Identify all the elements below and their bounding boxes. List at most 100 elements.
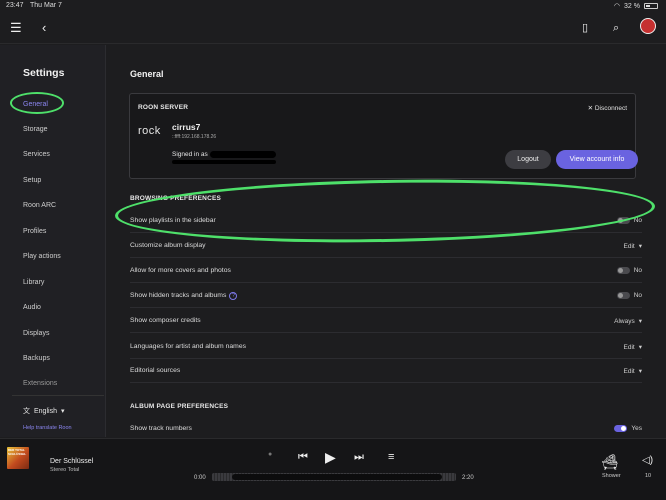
sidebar-item-audio[interactable]: Audio bbox=[23, 304, 41, 311]
clock: 23:47 bbox=[6, 2, 24, 9]
back-chevron-icon[interactable]: ‹ bbox=[42, 20, 46, 36]
play-icon[interactable]: ▶ bbox=[325, 449, 336, 466]
elapsed-time: 0:00 bbox=[194, 475, 206, 481]
setting-label: Customize album display bbox=[130, 242, 206, 249]
server-ip: ::ffff:192.168.178.26 bbox=[172, 134, 217, 140]
page-title: General bbox=[130, 69, 164, 79]
redacted-account-name bbox=[210, 151, 276, 158]
previous-track-icon[interactable]: ⏮ bbox=[298, 451, 308, 464]
now-playing-bar: DER TOTAL SCHLÜSSEL Der Schlüssel Stereo… bbox=[0, 438, 666, 500]
help-translate-link[interactable]: Help translate Roon bbox=[23, 425, 72, 431]
disconnect-button[interactable]: ✕ Disconnect bbox=[588, 104, 627, 112]
setting-toggle[interactable]: No bbox=[616, 267, 642, 274]
toggle-switch[interactable] bbox=[616, 267, 630, 274]
waveform-seekbar[interactable] bbox=[212, 473, 456, 481]
zone-bathtub-icon[interactable]: 🛁︎ bbox=[600, 453, 619, 471]
album-art[interactable]: DER TOTAL SCHLÜSSEL bbox=[7, 447, 29, 469]
avatar[interactable] bbox=[640, 18, 656, 34]
edit-dropdown[interactable]: Edit ▾ bbox=[623, 367, 642, 376]
date: Thu Mar 7 bbox=[30, 2, 62, 9]
setting-toggle[interactable]: Yes bbox=[614, 425, 642, 432]
search-icon[interactable]: ⌕ bbox=[613, 20, 619, 36]
composer-dropdown[interactable]: Always ▾ bbox=[614, 317, 642, 326]
setting-label: Allow for more covers and photos bbox=[130, 267, 231, 274]
sidebar-item-profiles[interactable]: Profiles bbox=[23, 228, 46, 235]
sidebar-item-storage[interactable]: Storage bbox=[23, 126, 48, 133]
toggle-switch[interactable] bbox=[616, 292, 630, 299]
setting-label: Editorial sources bbox=[130, 367, 181, 374]
setting-row-more-covers: Allow for more covers and photos No bbox=[130, 259, 642, 283]
setting-label: Languages for artist and album names bbox=[130, 343, 246, 350]
battery-icon bbox=[644, 3, 658, 9]
zone-name[interactable]: Shower bbox=[602, 473, 621, 479]
edit-dropdown[interactable]: Edit ▾ bbox=[623, 343, 642, 352]
translate-icon: 文 bbox=[23, 408, 30, 415]
radio-dot-icon[interactable]: ● bbox=[268, 451, 272, 458]
sidebar-title: Settings bbox=[23, 67, 65, 79]
chevron-down-icon: ▾ bbox=[638, 368, 642, 375]
chevron-down-icon: ▾ bbox=[638, 243, 642, 250]
edit-dropdown[interactable]: Edit ▾ bbox=[623, 242, 642, 251]
next-track-icon[interactable]: ⏭ bbox=[354, 451, 364, 464]
hamburger-menu-icon[interactable]: ☰ bbox=[10, 20, 22, 36]
setting-row-editorial: Editorial sources Edit ▾ bbox=[130, 359, 642, 383]
logout-button[interactable]: Logout bbox=[505, 150, 551, 169]
sidebar-item-roon-arc[interactable]: Roon ARC bbox=[23, 202, 56, 209]
sidebar-item-services[interactable]: Services bbox=[23, 151, 50, 158]
sidebar-item-library[interactable]: Library bbox=[23, 279, 44, 286]
album-art-text: DER TOTAL SCHLÜSSEL bbox=[8, 448, 27, 456]
annotation-circle bbox=[10, 92, 64, 114]
dropdown-value: Always bbox=[614, 317, 635, 325]
settings-sidebar: Settings General Storage Services Setup … bbox=[0, 45, 106, 437]
setting-toggle[interactable]: No bbox=[616, 292, 642, 299]
volume-icon[interactable]: ◁) bbox=[642, 455, 653, 466]
chevron-down-icon: ▾ bbox=[638, 344, 642, 351]
sidebar-item-play-actions[interactable]: Play actions bbox=[23, 253, 61, 260]
toggle-switch[interactable] bbox=[614, 425, 628, 432]
status-indicators: ◠ 32 % bbox=[614, 2, 658, 10]
server-heading: ROON SERVER bbox=[138, 104, 189, 111]
language-label: English bbox=[34, 407, 57, 415]
language-selector[interactable]: 文 English ▾ bbox=[23, 406, 64, 416]
sidebar-item-backups[interactable]: Backups bbox=[23, 355, 50, 362]
roon-server-card: ROON SERVER ✕ Disconnect rock cirrus7 ::… bbox=[129, 93, 638, 179]
close-icon: ✕ bbox=[587, 105, 594, 112]
setting-label: Show composer credits bbox=[130, 317, 201, 324]
dropdown-value: Edit bbox=[623, 343, 635, 351]
status-bar: 23:47 Thu Mar 7 ◠ 32 % bbox=[0, 0, 666, 12]
sidebar-item-extensions[interactable]: Extensions bbox=[23, 380, 57, 387]
server-name: cirrus7 bbox=[172, 122, 201, 132]
battery-percent: 32 % bbox=[624, 2, 640, 10]
volume-level[interactable]: 10 bbox=[645, 473, 651, 479]
wifi-icon: ◠ bbox=[613, 3, 621, 10]
track-artist[interactable]: Stereo Total bbox=[50, 467, 79, 473]
view-account-button[interactable]: View account info bbox=[556, 150, 638, 169]
sidebar-divider bbox=[12, 395, 104, 396]
chevron-down-icon: ▾ bbox=[638, 318, 642, 325]
queue-icon[interactable]: ≡ bbox=[388, 451, 394, 463]
bookmark-icon[interactable]: ▯ bbox=[582, 20, 588, 36]
setting-row-languages: Languages for artist and album names Edi… bbox=[130, 335, 642, 359]
toggle-value: Yes bbox=[631, 425, 642, 432]
dropdown-value: Edit bbox=[623, 367, 635, 375]
track-duration: 2:20 bbox=[462, 475, 474, 481]
toggle-value: No bbox=[633, 267, 642, 274]
signed-in-label: Signed in as bbox=[172, 151, 208, 158]
setting-label: Show track numbers bbox=[130, 425, 192, 432]
sidebar-item-displays[interactable]: Displays bbox=[23, 330, 49, 337]
dropdown-value: Edit bbox=[623, 242, 635, 250]
album-page-preferences-heading: ALBUM PAGE PREFERENCES bbox=[130, 403, 229, 410]
sidebar-item-setup[interactable]: Setup bbox=[23, 177, 41, 184]
setting-label: Show hidden tracks and albums? bbox=[130, 292, 238, 300]
chevron-down-icon: ▾ bbox=[60, 408, 65, 415]
track-title[interactable]: Der Schlüssel bbox=[50, 458, 93, 465]
redacted-account-email bbox=[172, 160, 276, 164]
setting-row-hidden-tracks: Show hidden tracks and albums? No bbox=[130, 284, 642, 308]
setting-label-text: Show hidden tracks and albums bbox=[130, 292, 227, 299]
top-bar: ☰ ‹ ▯ ⌕ bbox=[0, 12, 666, 44]
disconnect-label: Disconnect bbox=[594, 105, 627, 112]
setting-row-composer-credits: Show composer credits Always ▾ bbox=[130, 309, 642, 333]
toggle-value: No bbox=[633, 292, 642, 299]
rock-logo: rock bbox=[138, 125, 161, 137]
info-icon[interactable]: ? bbox=[229, 292, 238, 300]
